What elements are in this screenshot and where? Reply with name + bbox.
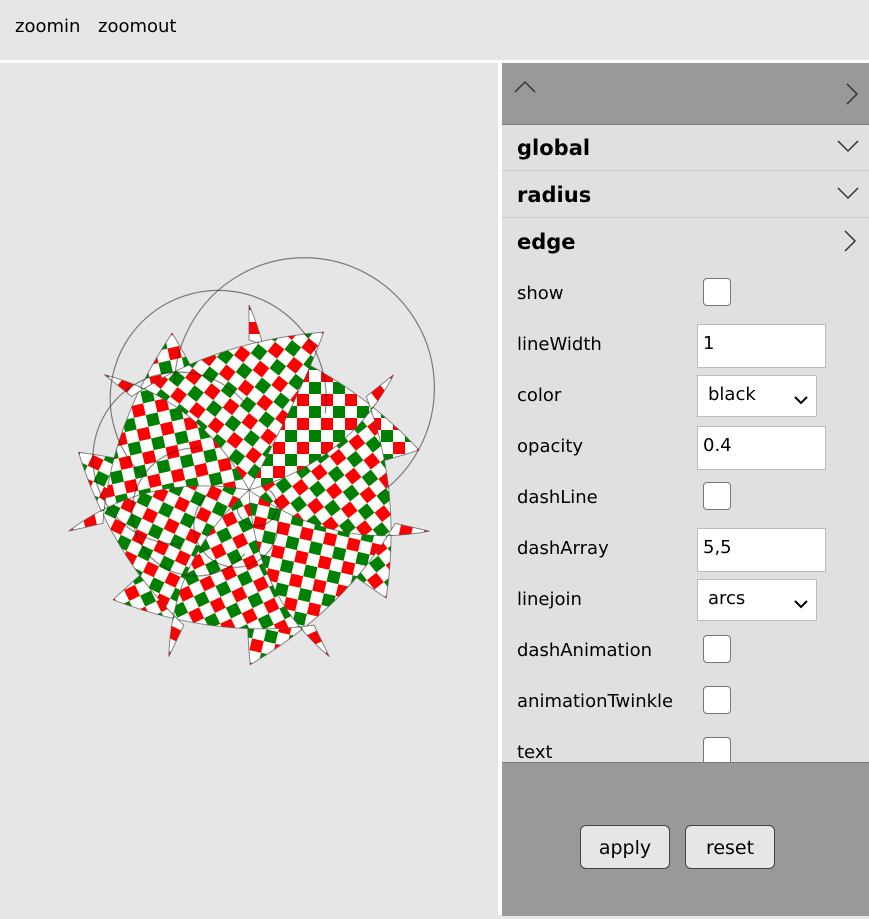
- color-label: color: [517, 385, 562, 406]
- dasharray-input[interactable]: 5,5: [697, 528, 826, 572]
- row-animationtwinkle: animationTwinkle: [502, 677, 869, 728]
- dashline-checkbox[interactable]: [703, 482, 731, 510]
- pinwheel-graphic: [68, 257, 435, 666]
- chevron-up-icon[interactable]: [514, 79, 536, 98]
- section-title: radius: [517, 183, 592, 207]
- row-text: text: [502, 728, 869, 762]
- chevron-right-icon: [843, 229, 857, 257]
- chevron-down-icon: [837, 138, 859, 157]
- row-dashline: dashLine: [502, 473, 869, 524]
- chevron-down-icon: [794, 389, 808, 410]
- linejoin-select[interactable]: arcs: [697, 579, 817, 621]
- animationtwinkle-label: animationTwinkle: [517, 691, 674, 712]
- section-edge[interactable]: edge: [502, 218, 869, 264]
- section-title: edge: [517, 230, 576, 254]
- apply-button[interactable]: apply: [580, 825, 670, 869]
- dashanimation-label: dashAnimation: [517, 640, 653, 661]
- panel-header: [502, 63, 869, 125]
- reset-button[interactable]: reset: [685, 825, 775, 869]
- section-title: global: [517, 136, 591, 160]
- linewidth-label: lineWidth: [517, 334, 602, 355]
- row-color: color black: [502, 371, 869, 422]
- section-radius[interactable]: radius: [502, 171, 869, 218]
- chevron-right-icon[interactable]: [845, 82, 859, 110]
- chevron-down-icon: [837, 185, 859, 204]
- panel-scroll-area[interactable]: global radius edge show lineWidth 1 colo…: [502, 124, 869, 762]
- dashline-label: dashLine: [517, 487, 598, 508]
- chevron-down-icon: [794, 593, 808, 614]
- top-toolbar: zoomin zoomout: [0, 0, 869, 60]
- opacity-input[interactable]: 0.4: [697, 426, 826, 470]
- linewidth-input[interactable]: 1: [697, 324, 826, 368]
- text-checkbox[interactable]: [703, 737, 731, 762]
- row-linewidth: lineWidth 1: [502, 320, 869, 371]
- graph-canvas[interactable]: [0, 63, 498, 915]
- text-label: text: [517, 742, 553, 762]
- dasharray-label: dashArray: [517, 538, 609, 559]
- row-dashanimation: dashAnimation: [502, 626, 869, 677]
- row-linejoin: linejoin arcs: [502, 575, 869, 626]
- row-dasharray: dashArray 5,5: [502, 524, 869, 575]
- row-show: show: [502, 269, 869, 320]
- color-select[interactable]: black: [697, 375, 817, 417]
- row-opacity: opacity 0.4: [502, 422, 869, 473]
- zoomin-link[interactable]: zoomin: [15, 16, 80, 37]
- linejoin-label: linejoin: [517, 589, 582, 610]
- panel-footer: apply reset: [502, 762, 869, 916]
- animationtwinkle-checkbox[interactable]: [703, 686, 731, 714]
- section-global[interactable]: global: [502, 124, 869, 171]
- color-select-value: black: [708, 384, 756, 405]
- settings-panel: global radius edge show lineWidth 1 colo…: [502, 63, 869, 916]
- linejoin-select-value: arcs: [708, 588, 746, 609]
- show-label: show: [517, 283, 564, 304]
- zoomout-link[interactable]: zoomout: [98, 16, 177, 37]
- dashanimation-checkbox[interactable]: [703, 635, 731, 663]
- opacity-label: opacity: [517, 436, 584, 457]
- show-checkbox[interactable]: [703, 278, 731, 306]
